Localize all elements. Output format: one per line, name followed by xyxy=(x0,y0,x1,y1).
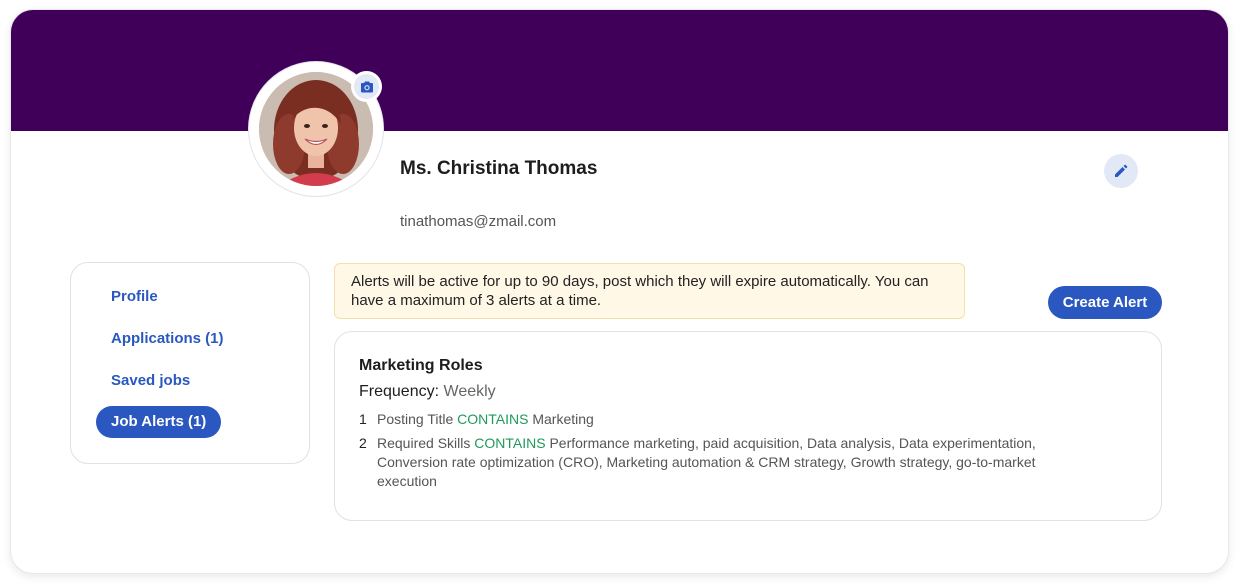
profile-card: Ms. Christina Thomas tinathomas@zmail.co… xyxy=(11,10,1228,573)
profile-banner xyxy=(11,10,1228,131)
criterion-value: Marketing xyxy=(532,411,594,427)
profile-name: Ms. Christina Thomas xyxy=(400,158,598,179)
job-alert-card: Marketing Roles Frequency: Weekly 1 Post… xyxy=(334,331,1162,521)
frequency-value: Weekly xyxy=(443,383,496,400)
alert-frequency: Frequency: Weekly xyxy=(359,383,496,401)
alert-criterion: 2 Required Skills CONTAINS Performance m… xyxy=(359,434,1077,491)
criterion-operator: CONTAINS xyxy=(474,435,546,451)
criterion-field: Posting Title xyxy=(377,411,454,427)
criterion-operator: CONTAINS xyxy=(457,411,529,427)
frequency-label: Frequency: xyxy=(359,383,440,400)
change-photo-button[interactable] xyxy=(351,71,382,102)
alert-title: Marketing Roles xyxy=(359,357,483,374)
criterion-number: 1 xyxy=(359,411,367,427)
sidebar-item-profile[interactable]: Profile xyxy=(96,281,173,313)
edit-profile-button[interactable] xyxy=(1104,154,1138,188)
criterion-field: Required Skills xyxy=(377,435,471,451)
sidebar-item-job-alerts[interactable]: Job Alerts (1) xyxy=(96,406,222,438)
pencil-icon xyxy=(1115,164,1128,177)
create-alert-button[interactable]: Create Alert xyxy=(1048,286,1162,319)
alerts-info-notice: Alerts will be active for up to 90 days,… xyxy=(334,263,965,319)
sidebar-item-saved-jobs[interactable]: Saved jobs xyxy=(96,365,205,397)
sidebar-item-applications[interactable]: Applications (1) xyxy=(96,323,239,355)
profile-email: tinathomas@zmail.com xyxy=(400,213,557,230)
camera-icon xyxy=(360,81,373,92)
criterion-number: 2 xyxy=(359,435,367,451)
sidebar-nav: Profile Applications (1) Saved jobs Job … xyxy=(70,262,310,464)
alert-criterion: 1 Posting Title CONTAINS Marketing xyxy=(359,410,1077,429)
